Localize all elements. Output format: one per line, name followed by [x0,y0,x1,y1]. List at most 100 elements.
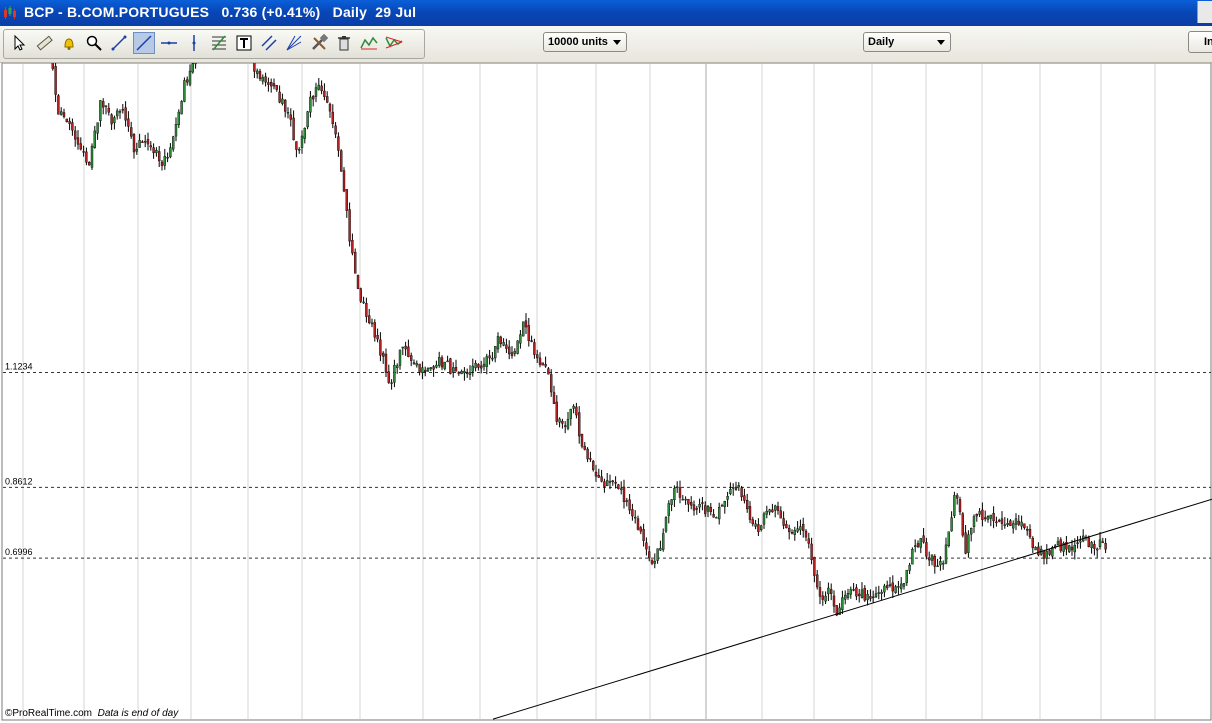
candle-body-up [421,367,424,373]
pattern-icon[interactable] [358,32,380,54]
line-tool-icon[interactable] [108,32,130,54]
window-control-button[interactable] [1197,1,1212,23]
candle-body-down [359,288,362,302]
alert-bell-icon[interactable] [58,32,80,54]
candle-body-down [340,150,343,172]
candle-body-up [796,528,799,532]
candle-body-up [673,488,676,501]
candle-body-down [650,559,654,564]
candle-body-up [930,554,934,561]
candle-body-down [544,364,547,367]
candle-body-down [477,364,480,368]
candle [953,491,956,519]
candle-body-up [967,534,970,553]
candle-body-down [379,339,382,356]
candle-body-up [1095,548,1099,551]
candle-body-down [964,532,967,554]
ruler-icon[interactable] [33,32,55,54]
candle-body-up [726,495,729,500]
candle-body-up [970,528,973,535]
candle-body-down [141,141,144,143]
text-tool-icon[interactable] [233,32,255,54]
candle-body-up [989,514,992,519]
indicators-button[interactable]: In [1188,31,1212,53]
candle-body-up [90,145,94,168]
candle-body-down [712,514,715,518]
candle-body-up [1012,523,1015,529]
candle-body-down [956,495,959,499]
candle-body-up [463,370,466,374]
candle-body-down [810,543,813,561]
candle-body-down [869,596,872,599]
candle-body-down [748,506,752,520]
candle-body-down [404,345,407,350]
candle-body-down [981,509,984,520]
candle-body-down [407,346,410,358]
vertical-line-icon[interactable] [183,32,205,54]
candle [356,274,360,290]
candle-body-up [1006,523,1009,526]
candle-body-down [961,513,964,536]
tools-icon[interactable] [308,32,330,54]
candle-body-down [328,103,332,112]
trash-icon[interactable] [333,32,355,54]
candle-body-down [642,529,645,541]
candle-body-up [849,589,852,595]
candle [57,94,60,115]
candle-body-up [1079,540,1082,543]
candle-body-up [1034,547,1037,551]
triangle-pattern-icon[interactable] [383,32,405,54]
trendline-tool-icon[interactable] [133,32,155,54]
candle-body-up [919,538,922,548]
fan-icon[interactable] [283,32,305,54]
parallel-channel-icon[interactable] [258,32,280,54]
zoom-icon[interactable] [83,32,105,54]
candle-body-down [975,514,978,517]
candle-body-down [387,371,390,383]
candle-body-up [894,586,897,593]
candle-body-down [995,521,998,524]
candle-body-up [135,148,139,152]
candle-body-up [681,498,684,501]
candle-body-down [337,136,340,151]
candle-body-down [807,538,810,544]
candle-body-up [877,592,880,594]
candle-body-down [160,161,164,166]
candle-body-up [866,594,869,601]
candle-body-up [827,587,830,595]
candlestick-chart[interactable]: 1.1234 0.8612 0.6996 [0,63,1212,723]
candle-body-up [841,597,844,610]
candle-body-up [846,593,850,598]
fibonacci-icon[interactable] [208,32,230,54]
candle-body-down [1000,518,1004,524]
candle-body-down [73,130,77,140]
period-select[interactable]: Daily [863,32,951,52]
candle-body-down [922,535,925,543]
horizontal-line-icon[interactable] [158,32,180,54]
candle-body-down [782,518,785,526]
candle-body-down [998,520,1001,522]
candle-body-down [925,542,928,557]
candle-body-down [916,543,920,547]
candle-body-down [555,401,558,422]
candle-body-down [855,587,858,597]
candle-body-down [788,527,791,533]
candle-body-down [264,76,267,83]
candle-body-down [104,105,108,107]
candle-body-up [261,77,264,82]
candle [664,516,668,533]
candle-body-down [818,587,822,597]
candle-body-down [1076,542,1079,544]
candle-body-up [191,63,195,73]
candle-body-up [664,517,668,532]
candle-body-down [356,275,360,289]
candle-body-up [662,533,665,550]
candle-body-up [939,561,942,566]
pointer-icon[interactable] [8,32,30,54]
units-select[interactable]: 10000 units [543,32,627,52]
candle-body-up [905,569,908,583]
candle-body-down [65,118,69,123]
price-chart[interactable]: 1.1234 0.8612 0.6996 [0,63,1212,723]
candle-body-up [634,516,637,519]
candle-body-up [558,418,561,423]
